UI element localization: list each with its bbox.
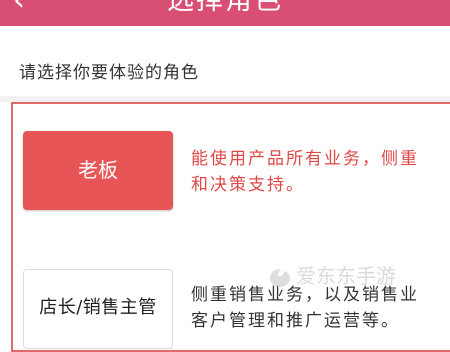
watermark-text: 爱东东手游	[296, 264, 396, 288]
boss-role-description: 能使用产品所有业务，侧重 和决策支持。	[191, 149, 419, 195]
header-bar: ‹ 选择角色	[0, 0, 450, 26]
boss-role-button[interactable]: 老板	[23, 131, 173, 210]
page-title: 选择角色	[167, 0, 283, 16]
watermark-logo-icon	[270, 268, 290, 287]
watermark: 爱东东手游	[268, 262, 396, 290]
role-list: 老板 能使用产品所有业务，侧重 和决策支持。 店长/销售主管 侧重销售业务，以及…	[11, 102, 450, 352]
role-option-boss[interactable]: 老板 能使用产品所有业务，侧重 和决策支持。	[13, 126, 450, 214]
store-manager-role-button[interactable]: 店长/销售主管	[23, 269, 173, 349]
role-prompt: 请选择你要体验的角色	[19, 63, 199, 83]
